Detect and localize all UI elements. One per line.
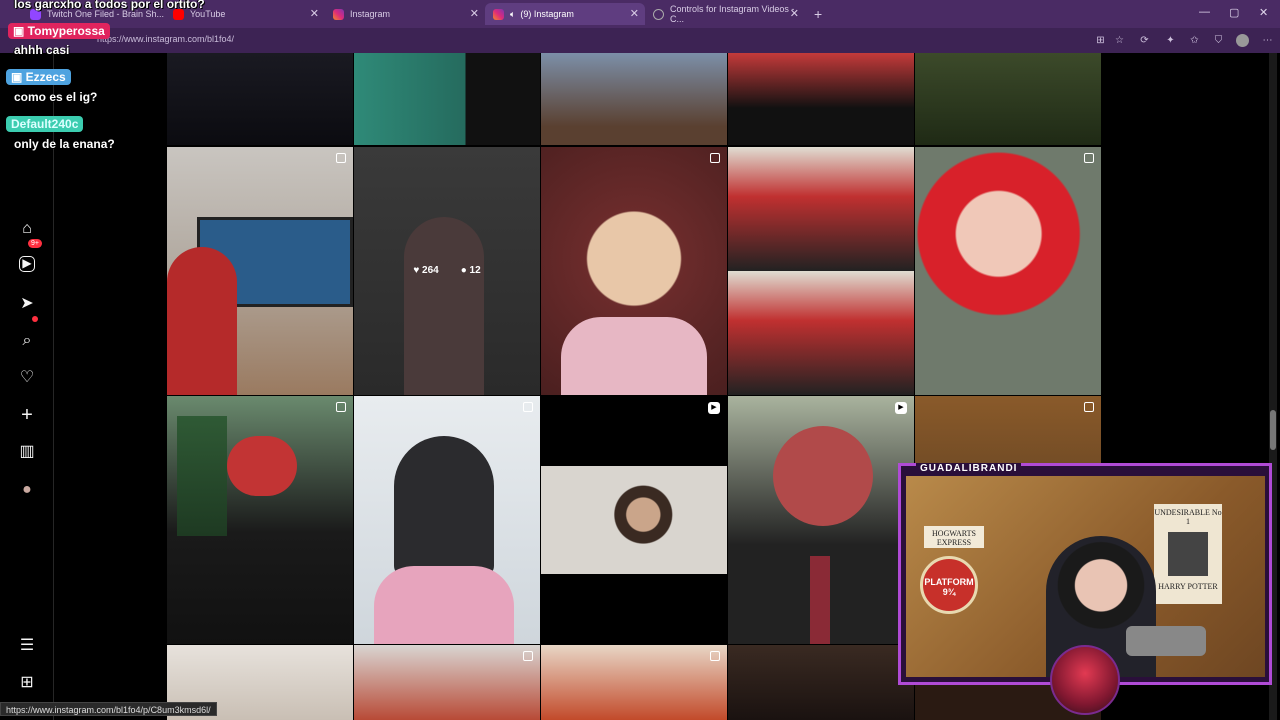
wanted-poster: UNDESIRABLE No 1 HARRY POTTER [1154,504,1222,604]
post-thumbnail-hovered[interactable]: ♥ 264 ● 12 [354,147,540,395]
post-thumbnail[interactable] [728,147,914,395]
globe-icon [653,8,664,20]
reels-icon[interactable]: ▶ [19,256,35,272]
post-image-hair [773,426,873,526]
post-thumbnail-reel[interactable]: ▶ [541,396,727,644]
favorite-star-icon[interactable]: ☆ [1113,34,1126,47]
profile-avatar-icon[interactable] [1236,34,1249,47]
close-tab-icon[interactable]: ✕ [630,7,639,20]
minimize-button[interactable]: — [1199,6,1210,18]
post-thumbnail[interactable] [541,147,727,395]
tab-instagram[interactable]: Instagram ✕ [325,3,485,25]
comments-stat: ● 12 [460,265,481,276]
post-thumbnail[interactable] [728,645,914,720]
post-image-hood [394,436,494,576]
post-thumbnail[interactable] [354,396,540,644]
post-thumbnail[interactable] [167,53,353,145]
carousel-icon [336,153,346,163]
instagram-tab-icon [333,8,344,20]
post-image-figure [404,217,484,395]
close-tab-icon[interactable]: ✕ [790,7,799,20]
poster-portrait [1168,532,1208,576]
create-icon[interactable]: + [17,405,37,425]
scrollbar-thumb[interactable] [1270,410,1276,450]
notification-dot [32,316,38,322]
favorites-icon[interactable]: ✩ [1188,34,1201,47]
post-thumbnail[interactable] [167,396,353,644]
post-image-hair [227,436,297,496]
heart-icon: ♥ [413,265,420,276]
webcam-title: GUADALIBRANDI [916,463,1022,474]
home-icon[interactable]: ⌂ [17,219,37,239]
comment-icon: ● [460,265,467,276]
apps-icon[interactable]: ⊞ [1094,34,1107,47]
reel-icon: ▶ [708,402,720,414]
tab-controls[interactable]: Controls for Instagram Videos - C... ✕ [645,3,805,25]
chat-message: como es el ig? [14,90,98,104]
url-field[interactable]: https://www.instagram.com/bl1fo4/ [97,34,234,44]
carousel-icon [1084,153,1094,163]
chat-username: Default240c [6,116,84,132]
new-tab-button[interactable]: + [806,3,830,25]
post-thumbnail-reel[interactable]: ▶ [728,396,914,644]
chat-message: ahhh casi [14,43,70,57]
carousel-icon [710,153,720,163]
notifications-icon[interactable]: ♡ [17,368,37,388]
badge-icon: ▣ [13,24,28,38]
link-status-bar: https://www.instagram.com/bl1fo4/p/C8um3… [0,702,217,716]
likes-stat: ♥ 264 [413,265,439,276]
chat-username: ▣ Tomyperossa [8,23,110,39]
post-thumbnail[interactable] [728,53,914,145]
post-thumbnail[interactable] [354,53,540,145]
maximize-button[interactable]: ▢ [1229,6,1239,19]
messages-icon[interactable]: ➤ [17,294,37,314]
refresh-icon[interactable]: ⟳ [1138,34,1151,47]
badge-icon: ▣ [11,70,26,84]
chat-message: only de la enana? [14,137,115,151]
post-thumbnail[interactable] [915,147,1101,395]
post-image-hair [167,247,237,395]
post-thumbnail[interactable] [541,645,727,720]
post-image-jacket [374,566,514,644]
post-thumbnail[interactable] [354,645,540,720]
profile-icon[interactable]: ● [17,480,37,500]
chat-username: ▣ Ezzecs [6,69,71,85]
post-thumbnail[interactable] [541,53,727,145]
post-image-tree [177,416,227,536]
close-window-button[interactable]: ✕ [1259,6,1268,19]
streamer-avatar [1050,645,1120,715]
menu-dots-icon[interactable]: ⋯ [1261,34,1274,47]
platform-sign: PLATFORM 9¾ [920,556,978,614]
post-image-tie [810,556,830,644]
carousel-icon [710,651,720,661]
carousel-icon [336,402,346,412]
hogwarts-sign: HOGWARTS EXPRESS [924,526,984,548]
microphone [1126,626,1206,656]
extension-icon[interactable]: ✦ [1164,34,1177,47]
more-menu-icon[interactable]: ☰ [17,636,37,656]
dashboard-icon[interactable]: ▥ [17,442,37,462]
tab-instagram-active[interactable]: 🔈︎ (9) Instagram ✕ [485,3,645,25]
carousel-icon [523,651,533,661]
post-thumbnail[interactable] [167,147,353,395]
post-hover-stats: ♥ 264 ● 12 [354,265,540,276]
close-tab-icon[interactable]: ✕ [470,7,479,20]
carousel-icon [523,402,533,412]
apps-grid-icon[interactable]: ⊞ [17,673,37,693]
post-image-clothes [561,317,707,395]
instagram-tab-icon [493,8,504,20]
post-image-video [541,466,727,574]
messages-badge: 9+ [28,239,42,248]
reel-icon: ▶ [895,402,907,414]
post-thumbnail[interactable] [915,53,1101,145]
search-icon[interactable]: ⌕ [17,331,37,351]
carousel-icon [1084,402,1094,412]
close-tab-icon[interactable]: ✕ [310,7,319,20]
address-bar: https://www.instagram.com/bl1fo4/ ⊞ ☆ ⟳ … [0,28,1280,53]
chat-message: los garcxho a todos por el ortito? [14,0,205,11]
shield-icon[interactable]: ⛉ [1212,34,1225,47]
speaker-icon[interactable]: 🔈︎ [510,9,515,20]
